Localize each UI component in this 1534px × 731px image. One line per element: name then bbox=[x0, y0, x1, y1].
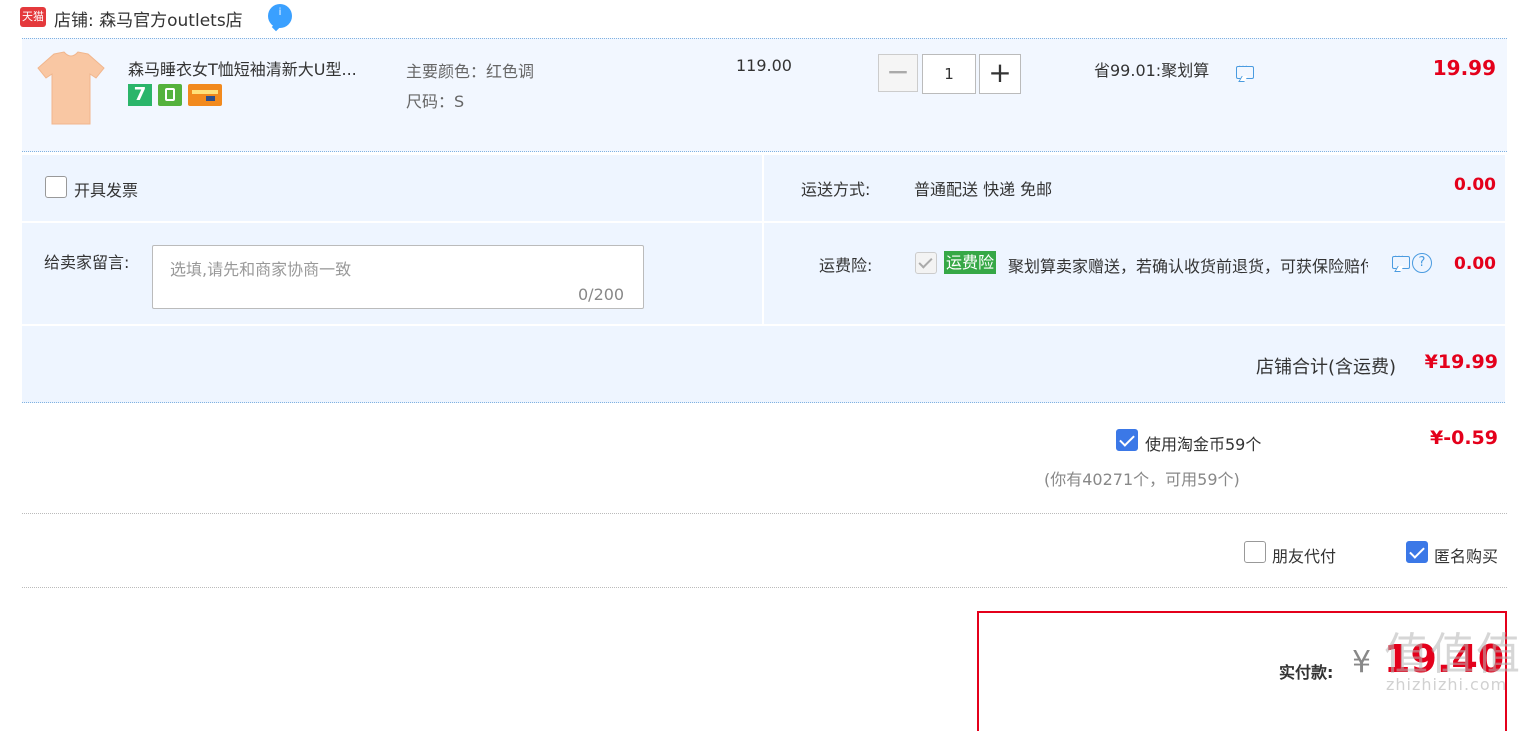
friend-pay-checkbox[interactable] bbox=[1244, 541, 1266, 563]
taojinbi-discount: ¥-0.59 bbox=[1430, 427, 1498, 449]
message-label: 给卖家留言: bbox=[44, 253, 130, 272]
shipping-label: 运送方式: bbox=[801, 180, 871, 199]
shop-total-label: 店铺合计(含运费) bbox=[1255, 357, 1396, 378]
credit-card-icon bbox=[188, 84, 222, 106]
anonymous-purchase-checkbox[interactable] bbox=[1406, 541, 1428, 563]
product-thumbnail[interactable] bbox=[36, 50, 106, 128]
insurance-badge: 运费险 bbox=[944, 251, 997, 274]
shop-total-value: ¥19.99 bbox=[1424, 351, 1498, 373]
wangwang-chat-icon[interactable]: i bbox=[268, 4, 292, 28]
quantity-increase-button[interactable]: + bbox=[979, 54, 1021, 94]
bag-service-icon bbox=[158, 84, 182, 106]
promo-comment-icon[interactable] bbox=[1236, 59, 1254, 79]
taojinbi-checkbox[interactable] bbox=[1116, 429, 1138, 451]
shop-name[interactable]: 店铺: 森马官方outlets店 bbox=[54, 6, 243, 31]
insurance-checkbox bbox=[915, 252, 937, 274]
quantity-decrease-button[interactable]: − bbox=[878, 54, 918, 92]
quantity-input[interactable]: 1 bbox=[922, 54, 976, 94]
help-icon[interactable]: ? bbox=[1412, 253, 1432, 273]
watermark: 值值值 bbox=[1384, 629, 1522, 680]
message-char-count: 0/200 bbox=[578, 285, 625, 304]
tmall-logo: 天猫 bbox=[20, 7, 46, 27]
taojinbi-label[interactable]: 使用淘金币59个 bbox=[1145, 431, 1261, 455]
anonymous-purchase-label[interactable]: 匿名购买 bbox=[1434, 543, 1498, 567]
invoice-label[interactable]: 开具发票 bbox=[74, 177, 138, 201]
friend-pay-label[interactable]: 朋友代付 bbox=[1272, 543, 1336, 567]
payment-label: 实付款: bbox=[1279, 663, 1334, 682]
message-placeholder: 选填,请先和商家协商一致 bbox=[170, 260, 352, 279]
shipping-method: 普通配送 快递 免邮 bbox=[914, 180, 1053, 199]
sku-color: 主要颜色：红色调 bbox=[406, 62, 535, 81]
shipping-panel bbox=[764, 155, 1505, 221]
divider bbox=[22, 513, 1507, 514]
seven-day-return-icon: 7 bbox=[128, 84, 152, 106]
watermark-url: zhizhizhi.com bbox=[1386, 675, 1508, 694]
insurance-description: 聚划算卖家赠送，若确认收货前退货，可获保险赔付 bbox=[1008, 257, 1368, 276]
taojinbi-balance: (你有40271个，可用59个) bbox=[1044, 470, 1240, 489]
item-subtotal: 19.99 bbox=[1432, 56, 1496, 80]
sku-size: 尺码：S bbox=[406, 92, 465, 111]
product-title[interactable]: 森马睡衣女T恤短袖清新大U型... bbox=[128, 56, 357, 80]
divider bbox=[22, 587, 1507, 588]
insurance-price: 0.00 bbox=[1454, 254, 1496, 274]
unit-price: 119.00 bbox=[736, 56, 792, 75]
invoice-checkbox[interactable] bbox=[45, 176, 67, 198]
insurance-comment-icon[interactable] bbox=[1392, 249, 1410, 269]
insurance-label: 运费险: bbox=[819, 256, 873, 275]
currency-symbol: ¥ bbox=[1352, 645, 1372, 680]
promotion-text: 省99.01:聚划算 bbox=[1094, 61, 1210, 80]
shipping-price: 0.00 bbox=[1454, 175, 1496, 195]
wangwang-badge: i bbox=[278, 7, 282, 18]
